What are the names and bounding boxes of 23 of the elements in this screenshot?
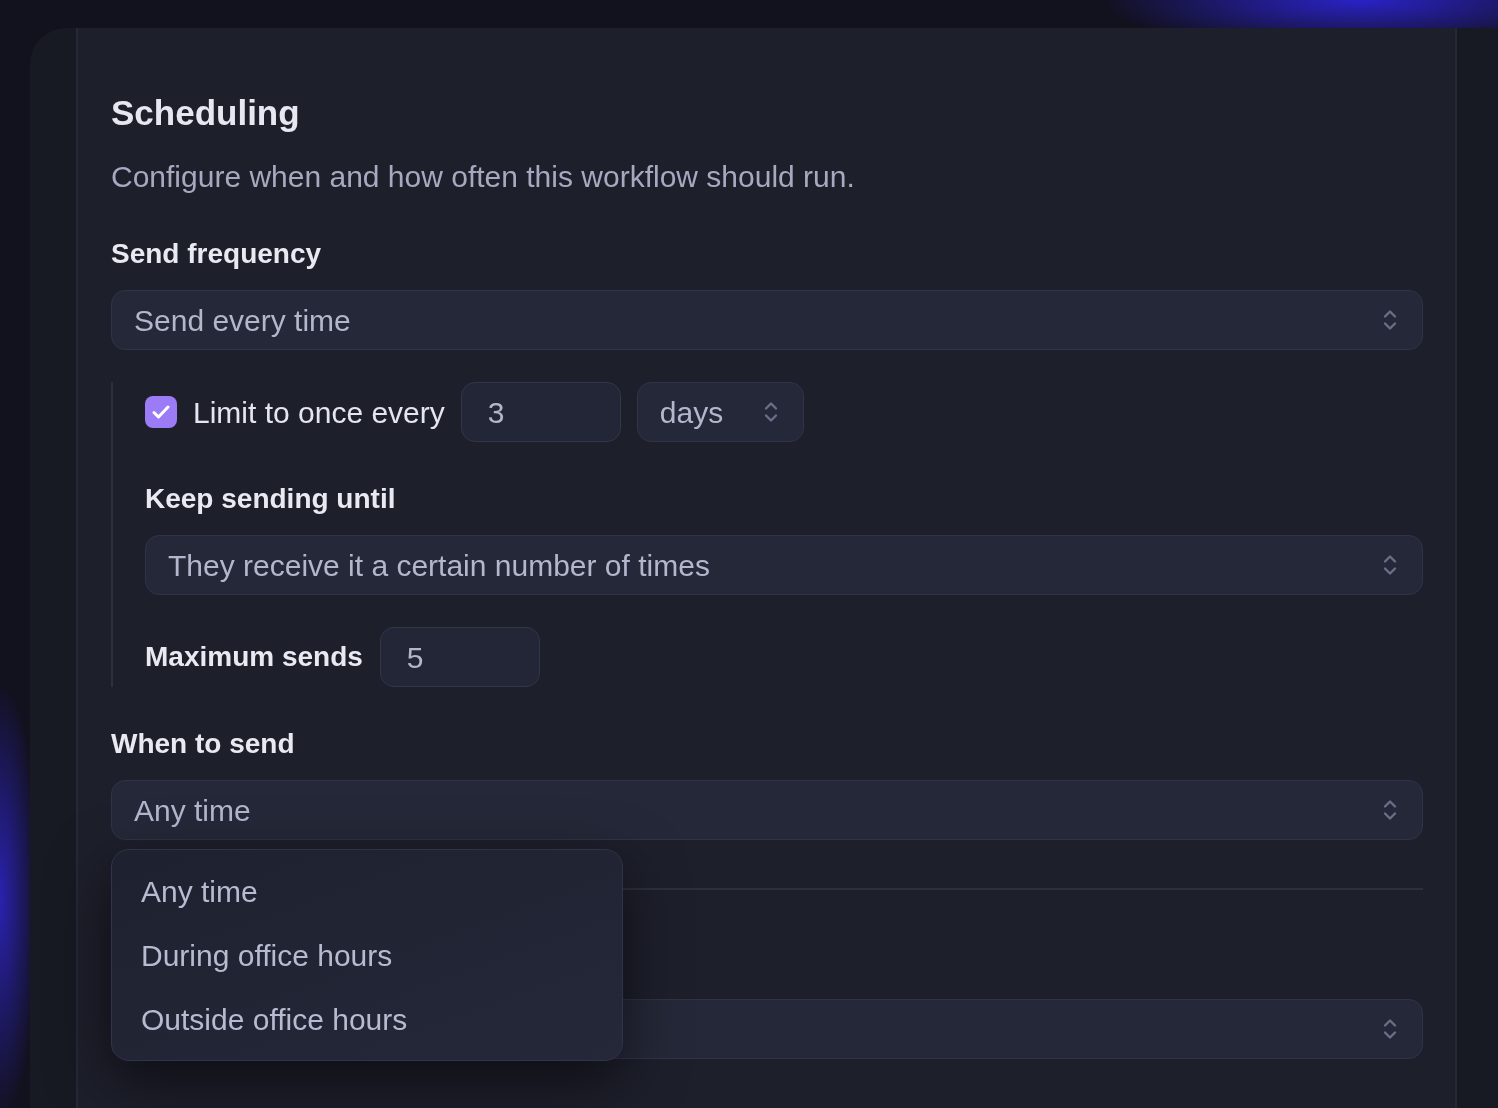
chevron-up-down-icon xyxy=(1383,1017,1397,1041)
chevron-up-down-icon xyxy=(1383,798,1397,822)
when-to-send-select[interactable]: Any time xyxy=(111,780,1423,840)
maximum-sends-input[interactable]: 5 xyxy=(379,627,540,687)
checkbox[interactable] xyxy=(145,396,177,428)
section-title: Scheduling xyxy=(111,92,301,134)
field-label: Send frequency xyxy=(111,237,323,271)
stop-condition-select[interactable]: They receive it a certain number of times xyxy=(145,535,1423,595)
field-label: Maximum sends xyxy=(145,640,363,674)
menu-option[interactable]: Any time xyxy=(112,859,622,923)
checkmark-icon xyxy=(152,405,170,419)
field-label: Keep sending until xyxy=(145,482,397,516)
checkbox-label: Limit to once every xyxy=(193,394,445,431)
unit-select[interactable]: days xyxy=(636,382,804,442)
field-label: When to send xyxy=(111,727,296,761)
chevron-up-down-icon xyxy=(1383,553,1397,577)
section-description: Configure when and how often this workflow should run. xyxy=(111,160,856,194)
chevron-up-down-icon xyxy=(763,400,778,424)
interval-input[interactable]: 3 xyxy=(460,382,621,442)
menu-option[interactable]: During office hours xyxy=(112,923,622,987)
send-frequency-select[interactable]: Send every time xyxy=(111,290,1423,350)
menu-option[interactable]: Outside office hours xyxy=(112,987,622,1051)
chevron-up-down-icon xyxy=(1383,308,1397,332)
